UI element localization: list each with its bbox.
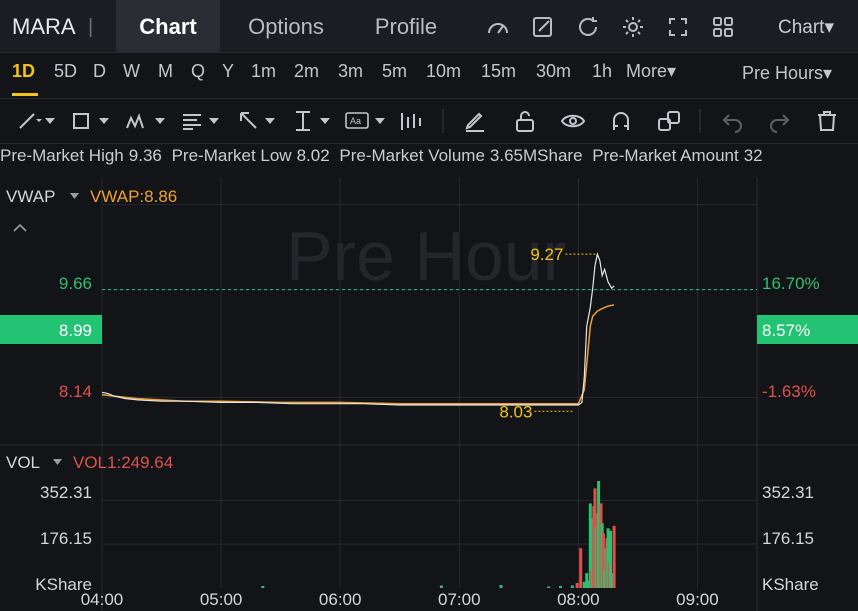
vwap-indicator-value: VWAP:8.86 — [90, 187, 177, 206]
vol-axis-unit-right: KShare — [762, 575, 819, 594]
volume-bars — [261, 481, 616, 588]
period-more-dropdown[interactable]: More▾ — [626, 61, 676, 82]
vwap-indicator-name[interactable]: VWAP — [6, 187, 55, 206]
price-axis-bottom: 8.14 — [59, 382, 92, 401]
period-1h[interactable]: 1h — [592, 61, 612, 82]
fibonacci-tool-icon[interactable] — [180, 108, 206, 134]
vwap-line — [101, 304, 615, 405]
high-marker-label: 9.27 — [530, 245, 563, 264]
vol-dropdown-caret[interactable] — [53, 459, 62, 465]
pre-market-volume-label: Pre-Market Volume — [339, 146, 485, 165]
watermark-text: Pre Hour — [286, 217, 566, 295]
svg-text:Aa: Aa — [350, 116, 361, 126]
active-period-indicator — [12, 93, 38, 96]
price-axis-top: 9.66 — [59, 274, 92, 293]
measure-tool-icon[interactable] — [292, 108, 318, 134]
text-tool-icon[interactable]: Aa — [344, 108, 370, 134]
period-1m[interactable]: 1m — [251, 61, 276, 82]
pencil-icon[interactable] — [462, 108, 488, 134]
top-bar: MARA | Chart Options Profile Chart▾ — [0, 0, 858, 53]
time-tick-label: 08:00 — [557, 590, 600, 609]
vol-axis-top-right: 352.31 — [762, 483, 814, 502]
volume-bar — [547, 586, 551, 588]
indicator-tool-icon[interactable] — [398, 108, 424, 134]
vol-axis-mid-left: 176.15 — [40, 529, 92, 548]
refresh-icon[interactable] — [575, 14, 601, 40]
time-tick-label: 07:00 — [438, 590, 481, 609]
line-tool-icon[interactable] — [16, 108, 42, 134]
pre-market-high-value: 9.36 — [128, 146, 162, 165]
redo-icon[interactable] — [766, 108, 792, 134]
period-m[interactable]: M — [158, 61, 173, 82]
unlock-icon[interactable] — [512, 108, 538, 134]
period-3m[interactable]: 3m — [338, 61, 363, 82]
pct-axis-top: 16.70% — [762, 274, 820, 293]
vol-indicator-name[interactable]: VOL — [6, 453, 40, 472]
eye-icon[interactable] — [560, 108, 586, 134]
pre-market-info-bar: Pre-Market High 9.36 Pre-Market Low 8.02 P… — [0, 146, 858, 174]
pre-market-high-label: Pre-Market High — [0, 146, 124, 165]
low-marker-label: 8.03 — [499, 402, 532, 421]
ticker-separator: | — [88, 16, 94, 38]
period-2m[interactable]: 2m — [294, 61, 319, 82]
period-q[interactable]: Q — [191, 61, 205, 82]
pre-market-amount-label: Pre-Market Amount — [592, 146, 739, 165]
period-5m[interactable]: 5m — [382, 61, 407, 82]
volume-bar — [575, 583, 579, 588]
pct-axis-bottom: -1.63% — [762, 382, 816, 401]
period-y[interactable]: Y — [222, 61, 234, 82]
volume-bar — [439, 585, 443, 588]
time-tick-label: 04:00 — [81, 590, 124, 609]
period-d[interactable]: D — [93, 61, 106, 82]
period-1d[interactable]: 1D — [12, 61, 35, 82]
pre-market-volume-value: 3.65MShare — [489, 146, 583, 165]
current-price-left: 8.99 — [59, 321, 92, 340]
volume-bar — [612, 525, 616, 588]
vol-indicator-value: VOL1:249.64 — [73, 453, 173, 472]
gear-icon[interactable] — [620, 14, 646, 40]
time-axis: 04:00 05:00 06:00 07:00 08:00 09:00 — [81, 590, 719, 609]
edit-icon[interactable] — [530, 14, 556, 40]
period-15m[interactable]: 15m — [481, 61, 516, 82]
pre-market-low-value: 8.02 — [296, 146, 330, 165]
price-volume-chart[interactable]: Pre Hour VWAP VWAP:8.86 9.66 8.99 8.14 1… — [0, 178, 858, 611]
arrow-tool-icon[interactable] — [236, 108, 262, 134]
volume-bar — [499, 585, 503, 588]
gauge-icon[interactable] — [485, 14, 511, 40]
pattern-tool-icon[interactable] — [124, 108, 150, 134]
tab-chart[interactable]: Chart — [116, 0, 220, 52]
multi-window-icon[interactable] — [656, 108, 682, 134]
period-5d[interactable]: 5D — [54, 61, 77, 82]
vol-axis-mid-right: 176.15 — [762, 529, 814, 548]
undo-icon[interactable] — [720, 108, 746, 134]
period-bar: 1D 5D D W M Q Y 1m 2m 3m 5m 10m 15m 30m … — [0, 53, 858, 97]
session-selector[interactable]: Pre Hours▾ — [742, 63, 832, 84]
volume-bar — [570, 585, 574, 588]
tab-options[interactable]: Options — [228, 0, 344, 52]
tab-profile[interactable]: Profile — [356, 0, 456, 52]
period-30m[interactable]: 30m — [536, 61, 571, 82]
time-tick-label: 05:00 — [200, 590, 243, 609]
pre-market-amount-value: 32 — [743, 146, 763, 165]
volume-bar — [579, 548, 583, 588]
magnet-icon[interactable] — [608, 108, 634, 134]
volume-bar — [559, 586, 562, 588]
period-w[interactable]: W — [123, 61, 140, 82]
chevron-up-icon[interactable] — [13, 223, 27, 232]
period-10m[interactable]: 10m — [426, 61, 461, 82]
vol-axis-top-left: 352.31 — [40, 483, 92, 502]
trash-icon[interactable] — [814, 108, 840, 134]
layout-grid-icon[interactable] — [710, 14, 736, 40]
time-tick-label: 06:00 — [319, 590, 362, 609]
drawing-toolbar: Aa — [0, 98, 858, 144]
fullscreen-icon[interactable] — [665, 14, 691, 40]
volume-bar — [261, 586, 265, 588]
current-pct-right: 8.57% — [762, 321, 810, 340]
ticker-symbol: MARA — [12, 14, 76, 39]
pre-market-low-label: Pre-Market Low — [171, 146, 292, 165]
chart-menu-dropdown[interactable]: Chart▾ — [778, 16, 834, 39]
time-tick-label: 09:00 — [676, 590, 719, 609]
rectangle-tool-icon[interactable] — [70, 108, 96, 134]
vwap-dropdown-caret[interactable] — [70, 193, 79, 199]
